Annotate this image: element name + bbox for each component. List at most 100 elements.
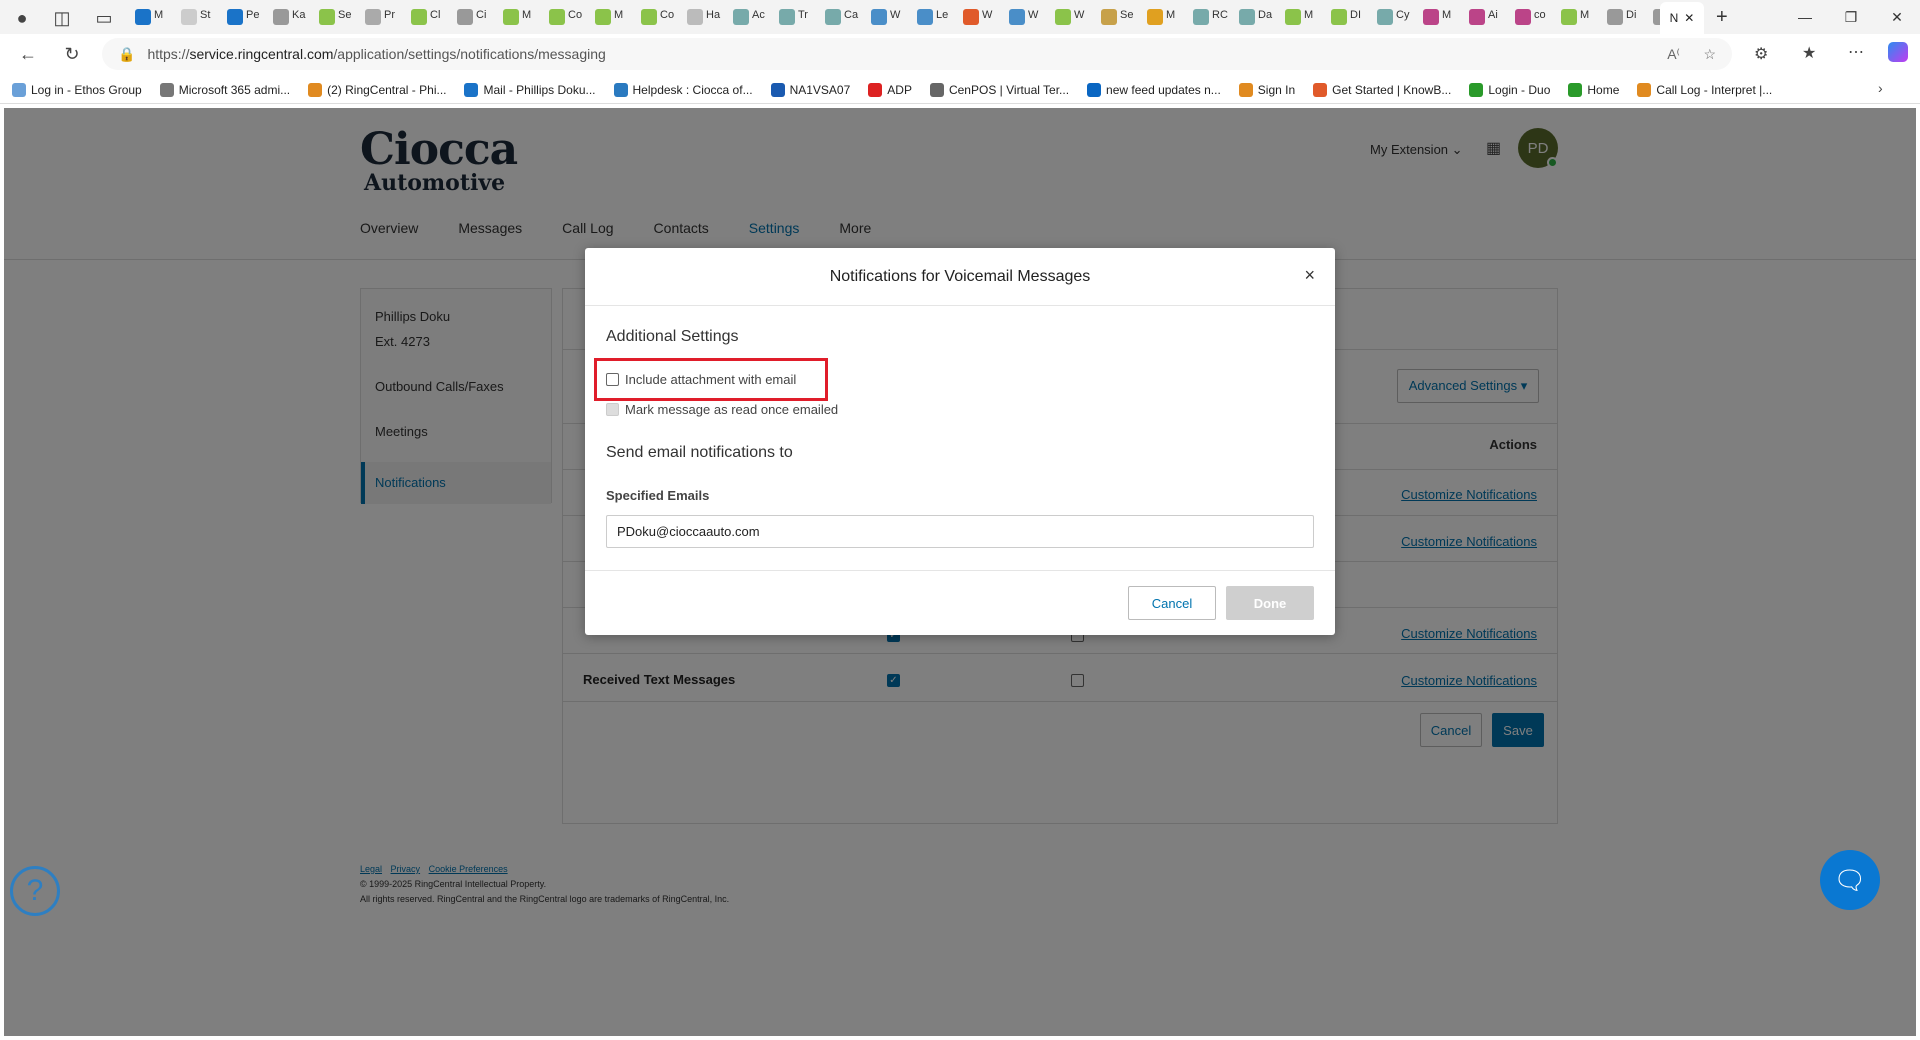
browser-tab[interactable]: St: [181, 7, 223, 27]
browser-tab[interactable]: M: [503, 7, 545, 27]
browser-tab[interactable]: W: [1009, 7, 1051, 27]
browser-tab[interactable]: M: [1561, 7, 1603, 27]
tab-label: Pr: [384, 9, 395, 21]
browser-tab[interactable]: M: [1285, 7, 1327, 27]
browser-tab[interactable]: Ai: [1469, 7, 1511, 27]
url-host: service.ringcentral.com: [189, 46, 334, 62]
browser-tab[interactable]: Pe: [227, 7, 269, 27]
bookmark-label: (2) RingCentral - Phi...: [327, 82, 447, 97]
browser-tab[interactable]: Se: [319, 7, 361, 27]
browser-tab[interactable]: Cl: [411, 7, 453, 27]
dialog-cancel-button[interactable]: Cancel: [1128, 586, 1216, 620]
favorite-star-icon[interactable]: ☆: [1703, 46, 1716, 63]
bookmark-item[interactable]: NA1VSA07: [770, 82, 850, 97]
bookmark-favicon-icon: [929, 82, 944, 97]
tab-favicon-icon: [963, 9, 979, 25]
tab-label: RC: [1212, 9, 1228, 21]
dialog-done-button[interactable]: Done: [1226, 586, 1314, 620]
browser-tab[interactable]: Ci: [457, 7, 499, 27]
bookmark-item[interactable]: Get Started | KnowB...: [1313, 82, 1452, 97]
browser-tab[interactable]: Ka: [273, 7, 315, 27]
tab-favicon-icon: [1469, 9, 1485, 25]
browser-tab[interactable]: Le: [917, 7, 959, 27]
copilot-icon[interactable]: [1888, 42, 1908, 62]
bookmark-item[interactable]: (2) RingCentral - Phi...: [308, 82, 447, 97]
bookmark-item[interactable]: Home: [1568, 82, 1619, 97]
tab-label: Co: [568, 9, 583, 21]
browser-tab[interactable]: Pr: [365, 7, 407, 27]
tab-favicon-icon: [1561, 9, 1577, 25]
browser-tab[interactable]: Co: [549, 7, 591, 27]
browser-tab[interactable]: Tr: [779, 7, 821, 27]
browser-tab[interactable]: Di: [1607, 7, 1649, 27]
extensions-icon[interactable]: ⚙: [1754, 44, 1768, 64]
bookmark-favicon-icon: [1637, 82, 1652, 97]
browser-tab[interactable]: M: [595, 7, 637, 27]
browser-tab[interactable]: W: [871, 7, 913, 27]
bookmark-item[interactable]: Microsoft 365 admi...: [159, 82, 291, 97]
browser-tab[interactable]: Cy: [1377, 7, 1419, 27]
tab-favicon-icon: [687, 9, 703, 25]
browser-tab[interactable]: Ha: [687, 7, 729, 27]
bookmark-item[interactable]: Mail - Phillips Doku...: [464, 82, 596, 97]
bookmark-favicon-icon: [770, 82, 785, 97]
email-field[interactable]: PDoku@cioccaauto.com: [606, 515, 1314, 548]
bookmark-item[interactable]: Login - Duo: [1469, 82, 1550, 97]
minimize-icon[interactable]: —: [1782, 0, 1828, 34]
browser-tab[interactable]: RC: [1193, 7, 1235, 27]
bookmark-item[interactable]: CenPOS | Virtual Ter...: [929, 82, 1069, 97]
tab-label: W: [1074, 9, 1085, 21]
new-tab-button[interactable]: +: [1716, 6, 1728, 29]
bookmark-favicon-icon: [613, 82, 628, 97]
back-icon[interactable]: ←: [10, 36, 46, 72]
restore-icon[interactable]: ❐: [1828, 0, 1874, 34]
browser-tab[interactable]: Ac: [733, 7, 775, 27]
tab-actions-icon[interactable]: ▭: [86, 0, 122, 36]
read-aloud-icon[interactable]: A⁽: [1667, 46, 1680, 63]
browser-tab[interactable]: co: [1515, 7, 1557, 27]
close-icon[interactable]: ×: [1304, 265, 1315, 286]
workspaces-icon[interactable]: ◫: [44, 0, 80, 36]
browser-tab[interactable]: M: [1147, 7, 1189, 27]
profile-icon[interactable]: ●: [4, 0, 40, 36]
tab-label: Le: [936, 9, 949, 21]
bookmark-item[interactable]: Log in - Ethos Group: [12, 82, 142, 97]
tab-label: M: [1166, 9, 1176, 21]
bookmark-item[interactable]: Sign In: [1238, 82, 1295, 97]
browser-tab[interactable]: DI: [1331, 7, 1373, 27]
browser-tab[interactable]: M: [135, 7, 177, 27]
bookmarks-overflow-icon[interactable]: ›: [1878, 80, 1883, 96]
bookmark-item[interactable]: Call Log - Interpret |...: [1637, 82, 1772, 97]
bookmark-item[interactable]: Helpdesk : Ciocca of...: [613, 82, 753, 97]
lock-icon: 🔒: [118, 45, 136, 62]
include-attachment-option[interactable]: Include attachment with email: [606, 372, 796, 387]
bookmark-label: Microsoft 365 admi...: [178, 82, 291, 97]
bookmark-favicon-icon: [159, 82, 174, 97]
browser-tab[interactable]: Co: [641, 7, 683, 27]
close-tab-icon[interactable]: ✕: [1684, 11, 1694, 25]
address-bar-row: ← ↻ 🔒 https://service.ringcentral.com/ap…: [0, 34, 1920, 74]
help-question-icon[interactable]: ?: [10, 866, 60, 916]
active-tab[interactable]: N ✕: [1660, 2, 1704, 34]
more-menu-icon[interactable]: ⋯: [1848, 42, 1864, 62]
bookmark-item[interactable]: ADP: [868, 82, 912, 97]
browser-tab[interactable]: M: [1423, 7, 1465, 27]
bookmark-label: Get Started | KnowB...: [1332, 82, 1452, 97]
bookmark-item[interactable]: new feed updates n...: [1087, 82, 1221, 97]
browser-tab[interactable]: Se: [1101, 7, 1143, 27]
favorites-icon[interactable]: ★: [1802, 43, 1816, 63]
mark-as-read-label: Mark message as read once emailed: [625, 402, 839, 417]
tab-favicon-icon: [1515, 9, 1531, 25]
browser-tab[interactable]: W: [1055, 7, 1097, 27]
browser-tab[interactable]: W: [963, 7, 1005, 27]
send-to-heading: Send email notifications to: [606, 444, 793, 461]
url-bar[interactable]: 🔒 https://service.ringcentral.com/applic…: [102, 38, 1732, 70]
browser-tab[interactable]: Ca: [825, 7, 867, 27]
support-chat-icon[interactable]: 🗨: [1820, 850, 1880, 910]
refresh-icon[interactable]: ↻: [54, 36, 90, 72]
tab-favicon-icon: [319, 9, 335, 25]
browser-tab[interactable]: Da: [1239, 7, 1281, 27]
close-window-icon[interactable]: ✕: [1874, 0, 1920, 34]
tab-label: Di: [1626, 9, 1637, 21]
include-attachment-checkbox[interactable]: [606, 373, 619, 386]
